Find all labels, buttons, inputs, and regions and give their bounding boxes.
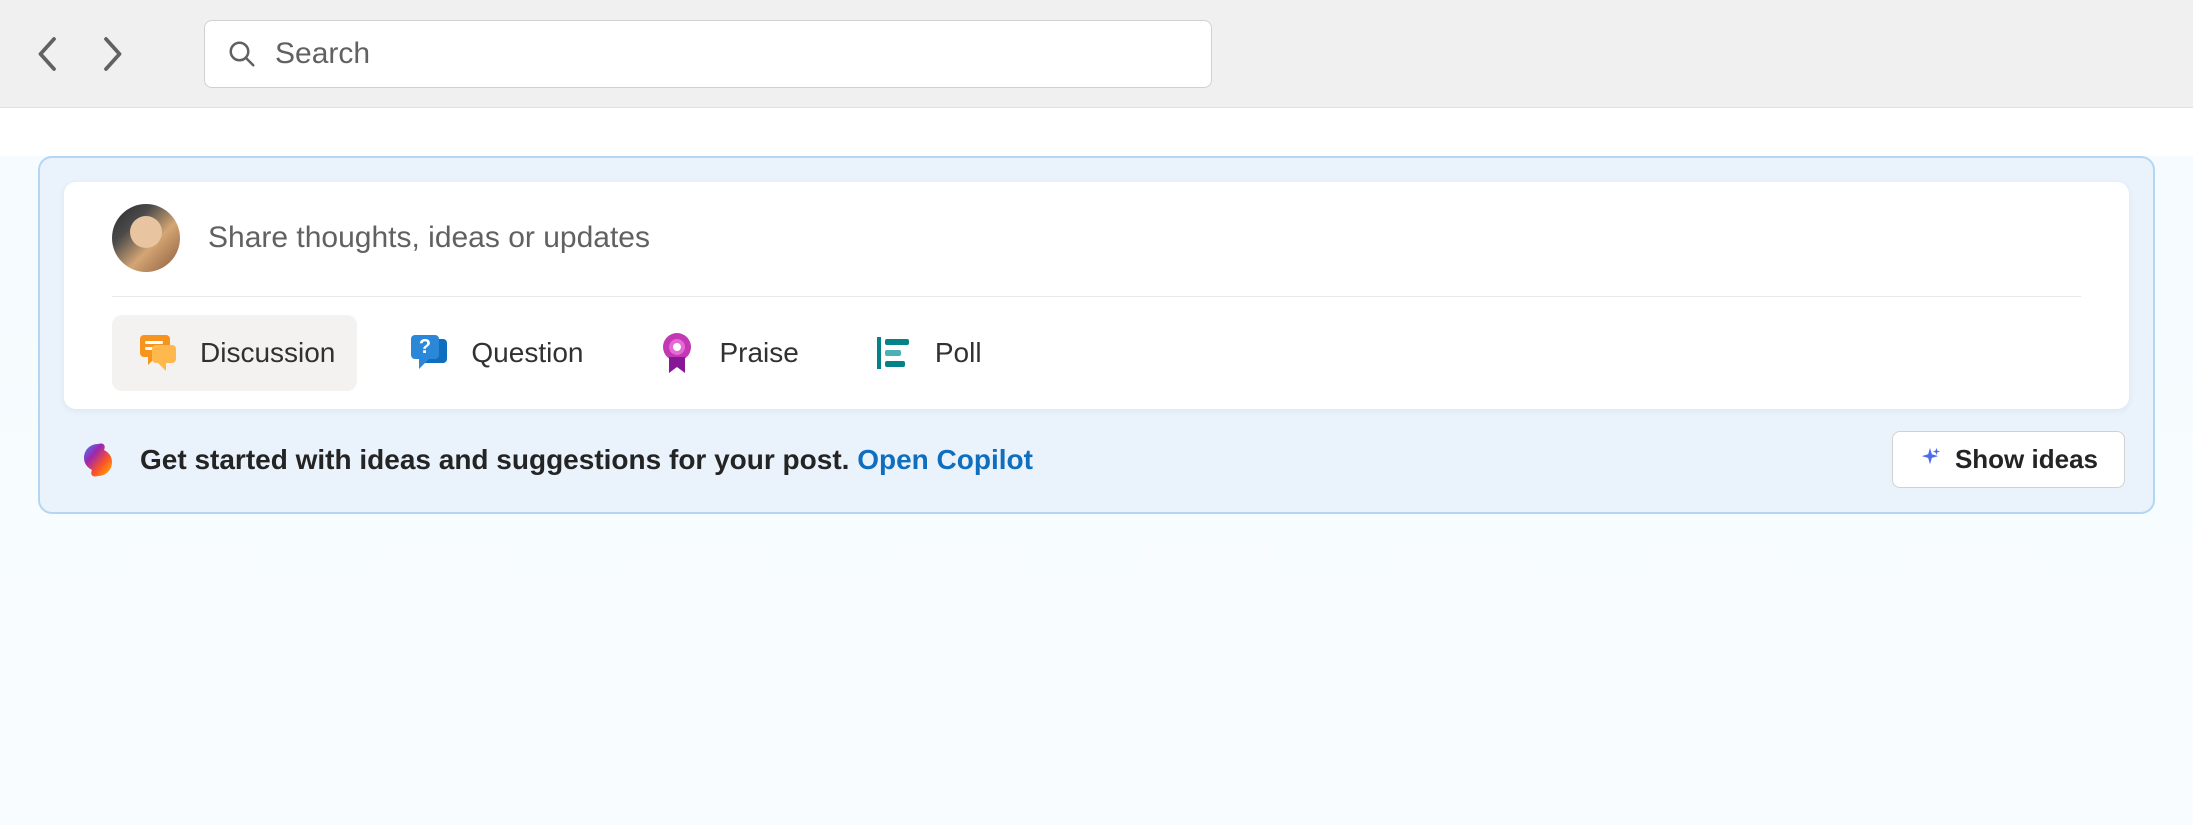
post-type-praise[interactable]: Praise [631,315,820,391]
nav-back-button[interactable] [30,36,66,72]
chevron-left-icon [36,36,60,72]
composer-placeholder-text: Share thoughts, ideas or updates [208,221,650,255]
composer-container: Share thoughts, ideas or updates [38,156,2155,514]
sparkle-icon [1919,444,1941,475]
copilot-message: Get started with ideas and suggestions f… [140,444,1033,476]
discussion-icon [134,329,182,377]
show-ideas-button[interactable]: Show ideas [1892,431,2125,488]
nav-forward-button[interactable] [94,36,130,72]
open-copilot-link[interactable]: Open Copilot [857,444,1033,475]
post-type-discussion[interactable]: Discussion [112,315,357,391]
post-type-poll[interactable]: Poll [847,315,1004,391]
top-navigation-bar [0,0,2193,108]
post-type-label: Poll [935,337,982,369]
post-types-row: Discussion ? Question [112,297,2081,391]
post-type-label: Discussion [200,337,335,369]
copilot-banner-left: Get started with ideas and suggestions f… [78,440,1033,480]
user-avatar [112,204,180,272]
copilot-logo-icon [78,440,118,480]
copilot-message-text: Get started with ideas and suggestions f… [140,444,857,475]
post-type-label: Question [471,337,583,369]
composer-input-row[interactable]: Share thoughts, ideas or updates [112,204,2081,297]
post-type-question[interactable]: ? Question [383,315,605,391]
copilot-banner: Get started with ideas and suggestions f… [64,409,2129,492]
svg-text:?: ? [419,336,431,358]
question-icon: ? [405,329,453,377]
post-type-label: Praise [719,337,798,369]
search-box[interactable] [204,20,1212,88]
search-icon [227,39,257,69]
nav-arrows-group [30,36,130,72]
main-content-area: Share thoughts, ideas or updates [0,156,2193,825]
chevron-right-icon [100,36,124,72]
poll-icon [869,329,917,377]
praise-icon [653,329,701,377]
composer-card: Share thoughts, ideas or updates [64,182,2129,409]
search-input[interactable] [275,37,1189,71]
show-ideas-label: Show ideas [1955,444,2098,475]
